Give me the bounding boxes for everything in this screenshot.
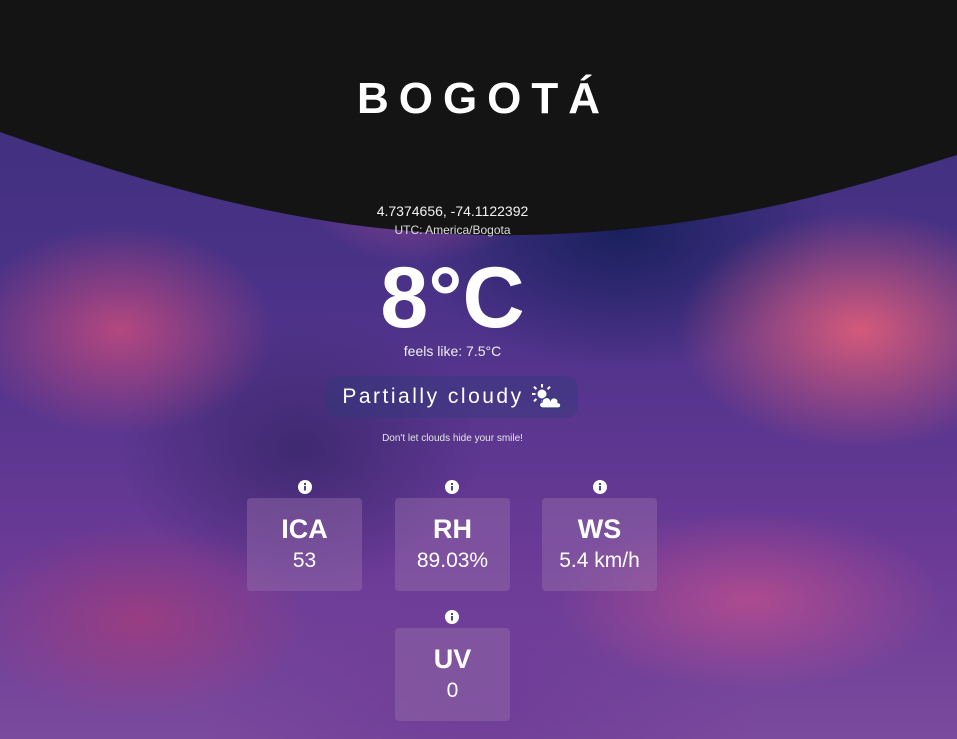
info-icon[interactable] xyxy=(445,610,459,624)
metric-label: ICA xyxy=(281,514,328,544)
metric-label: RH xyxy=(433,514,472,544)
info-icon[interactable] xyxy=(445,480,459,494)
feels-like: feels like: 7.5°C xyxy=(403,343,502,359)
metric-label: WS xyxy=(577,514,622,544)
city-title: BOGOTÁ xyxy=(356,74,611,123)
metric-card-uv: UV 0 xyxy=(395,628,510,721)
metric-card-rh: RH 89.03% xyxy=(395,498,510,591)
metric-value: 0 xyxy=(446,679,459,702)
temperature: 8°C xyxy=(380,250,525,346)
metric-card-ws: WS 5.4 km/h xyxy=(542,498,657,591)
condition-label: Partially cloudy xyxy=(342,385,524,408)
condition-badge: Partially cloudy xyxy=(326,376,578,418)
coordinates: 4.7374656, -74.1122392 xyxy=(376,203,529,219)
metric-value: 53 xyxy=(292,549,317,572)
info-icon[interactable] xyxy=(298,480,312,494)
partly-cloudy-icon xyxy=(531,384,562,409)
metric-label: UV xyxy=(433,644,472,674)
info-icon[interactable] xyxy=(593,480,607,494)
timezone: UTC: America/Bogota xyxy=(394,223,511,237)
metric-card-ica: ICA 53 xyxy=(247,498,362,591)
metric-value: 89.03% xyxy=(416,549,489,572)
metric-value: 5.4 km/h xyxy=(559,549,640,572)
weather-message: Don't let clouds hide your smile! xyxy=(382,433,523,444)
